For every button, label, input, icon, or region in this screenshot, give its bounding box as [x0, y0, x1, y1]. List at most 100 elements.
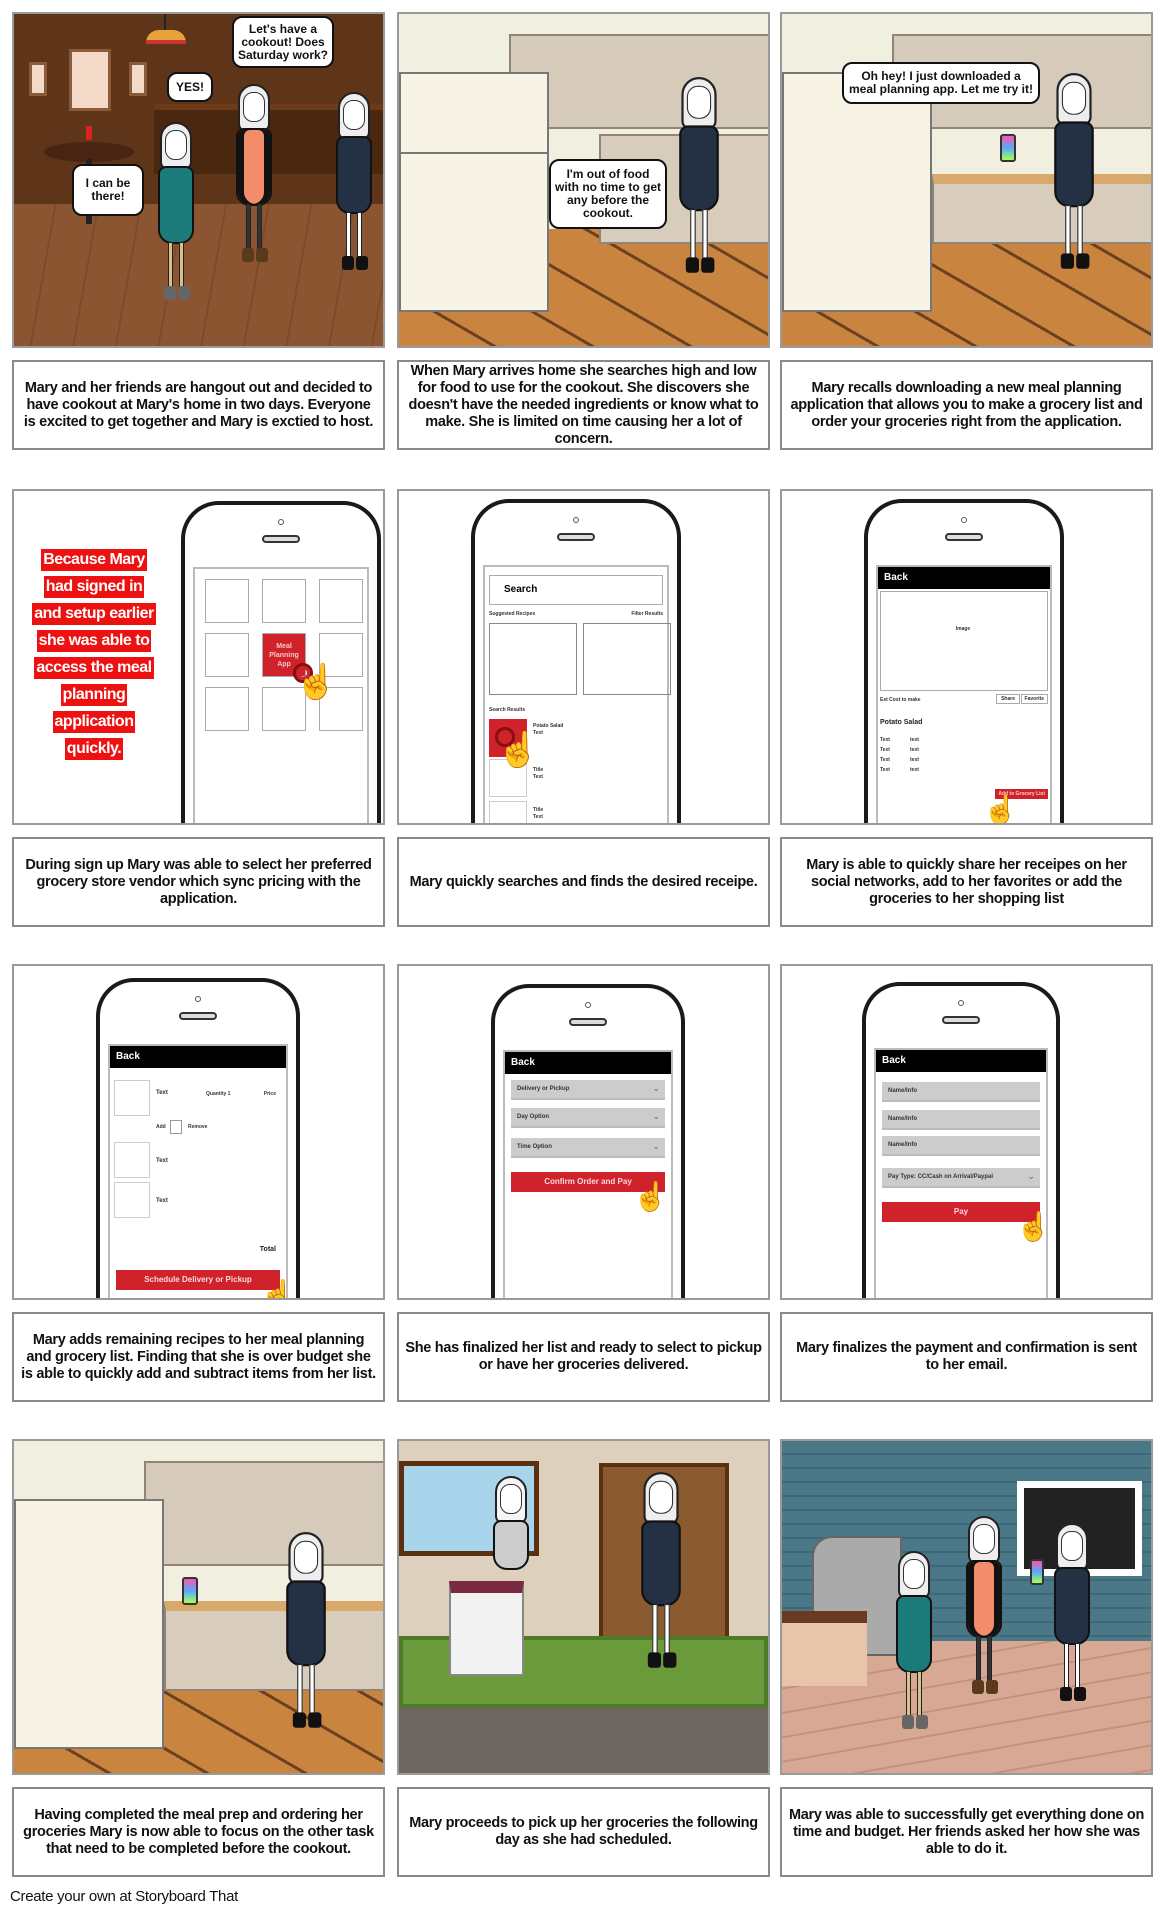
- caption: She has finalized her list and ready to …: [397, 1312, 770, 1402]
- ingredient-value: text: [910, 757, 919, 763]
- app-tile[interactable]: [205, 633, 249, 677]
- share-button[interactable]: Share: [996, 694, 1020, 704]
- friend-character: [892, 1551, 936, 1731]
- day-option-select[interactable]: Day Option ⌄: [511, 1108, 665, 1128]
- panel-2-kitchen-scene: I'm out of food with no time to get any …: [397, 12, 770, 348]
- caption: Mary finalizes the payment and confirmat…: [780, 1312, 1153, 1402]
- refrigerator: [782, 72, 932, 312]
- pay-type-select[interactable]: Pay Type: CC/Cash on Arrival/Paypal ⌄: [882, 1168, 1040, 1188]
- narration-line: she was able to: [36, 630, 152, 652]
- time-option-select[interactable]: Time Option ⌄: [511, 1138, 665, 1158]
- select-label: Pay Type: CC/Cash on Arrival/Paypal: [888, 1174, 994, 1180]
- brick-counter: [782, 1611, 867, 1686]
- schedule-delivery-button[interactable]: Schedule Delivery or Pickup: [116, 1270, 280, 1290]
- panel-10-kitchen-scene: [12, 1439, 385, 1775]
- caption: Mary was able to successfully get everyt…: [780, 1787, 1153, 1877]
- suggested-recipe-card[interactable]: [583, 623, 671, 695]
- panel-11-grocery-store-scene: [397, 1439, 770, 1775]
- friend-character: [232, 84, 276, 264]
- search-input[interactable]: Search: [489, 575, 663, 605]
- speech-bubble: I can be there!: [72, 164, 144, 216]
- app-tile[interactable]: [205, 687, 249, 731]
- smartphone: [182, 1577, 198, 1605]
- speaker-icon: [945, 533, 983, 541]
- panel-9-payment: Back Name/Info Name/Info Name/Info Pay T…: [780, 964, 1153, 1300]
- chevron-down-icon: ⌄: [652, 1141, 660, 1151]
- panel-4-app-home: Because Mary had signed in and setup ear…: [12, 489, 385, 825]
- app-tile[interactable]: [205, 579, 249, 623]
- panel-5-search-screen: Search Suggested Recipes Filter Results …: [397, 489, 770, 825]
- result-title[interactable]: Potato Salad: [533, 723, 563, 729]
- ingredient-label: Text: [880, 747, 890, 753]
- item-thumbnail: [114, 1080, 150, 1116]
- back-button[interactable]: Back: [110, 1046, 286, 1068]
- mary-character: [1050, 1523, 1094, 1703]
- filter-results-link[interactable]: Filter Results: [631, 611, 663, 617]
- ingredient-label: Text: [880, 737, 890, 743]
- storyboard-that-footer-link[interactable]: Create your own at Storyboard That: [10, 1888, 238, 1905]
- ingredient-label: Text: [880, 767, 890, 773]
- narration-line: had signed in: [43, 576, 145, 598]
- quantity-label[interactable]: Quantity 1: [206, 1091, 230, 1097]
- speaker-icon: [262, 535, 300, 543]
- price-label: Price: [263, 1091, 276, 1097]
- result-title[interactable]: Title: [533, 807, 543, 813]
- camera-icon: [195, 996, 201, 1002]
- recipe-image: Image: [880, 591, 1048, 691]
- delivery-or-pickup-select[interactable]: Delivery or Pickup ⌄: [511, 1080, 665, 1100]
- name-info-field[interactable]: Name/Info: [882, 1136, 1040, 1156]
- camera-icon: [961, 517, 967, 523]
- panel-8-order-options: Back Delivery or Pickup ⌄ Day Option ⌄ Tim…: [397, 964, 770, 1300]
- pointing-hand-icon: ☝: [497, 731, 540, 769]
- mary-character: [332, 92, 376, 272]
- smartphone: [1000, 134, 1016, 162]
- est-cost-label: Est Cost to make: [880, 697, 921, 703]
- panel-3-kitchen-phone-scene: Oh hey! I just downloaded a meal plannin…: [780, 12, 1153, 348]
- name-info-field[interactable]: Name/Info: [882, 1110, 1040, 1130]
- picture-frame: [129, 62, 147, 96]
- phone-mockup: Back Delivery or Pickup ⌄ Day Option ⌄ Tim…: [491, 984, 685, 1298]
- speech-bubble: YES!: [167, 72, 213, 102]
- app-tile[interactable]: [262, 579, 306, 623]
- suggested-recipe-card[interactable]: [489, 623, 577, 695]
- add-button[interactable]: Add: [156, 1124, 166, 1130]
- pointing-hand-icon: ☝: [633, 1181, 668, 1212]
- speaker-icon: [557, 533, 595, 541]
- select-label: Day Option: [517, 1114, 550, 1120]
- camera-icon: [958, 1000, 964, 1006]
- floor: [399, 1708, 768, 1773]
- cashier-character: [489, 1476, 533, 1656]
- picture-frame: [69, 49, 111, 111]
- phone-mockup: Meal Planning App ☝: [181, 501, 381, 823]
- caption: Mary and her friends are hangout out and…: [12, 360, 385, 450]
- back-button[interactable]: Back: [878, 567, 1050, 589]
- app-tile[interactable]: [319, 579, 363, 623]
- back-button[interactable]: Back: [876, 1050, 1046, 1072]
- upper-cabinets: [144, 1461, 383, 1566]
- pendant-lamp: [146, 30, 186, 44]
- result-thumbnail[interactable]: [489, 801, 527, 823]
- pointing-hand-icon: ☝: [260, 1279, 295, 1300]
- quantity-checkbox[interactable]: [170, 1120, 182, 1134]
- caption: Mary adds remaining recipes to her meal …: [12, 1312, 385, 1402]
- ingredient-label: Text: [880, 757, 890, 763]
- item-text: Text: [156, 1198, 168, 1204]
- item-thumbnail: [114, 1142, 150, 1178]
- mary-character: [1050, 73, 1098, 271]
- narration-line: access the meal: [34, 657, 154, 679]
- candle: [86, 126, 92, 140]
- name-info-field[interactable]: Name/Info: [882, 1082, 1040, 1102]
- picture-frame: [29, 62, 47, 96]
- image-label: Image: [955, 626, 971, 632]
- item-thumbnail: [114, 1182, 150, 1218]
- result-text: Text: [533, 774, 543, 780]
- ingredient-value: text: [910, 767, 919, 773]
- back-button[interactable]: Back: [505, 1052, 671, 1074]
- favorite-button[interactable]: Favorite: [1020, 694, 1048, 704]
- panel-1-cafe-scene: Let's have a cookout! Does Saturday work…: [12, 12, 385, 348]
- pointing-hand-icon: ☝: [983, 794, 1018, 825]
- pointing-hand-icon: ☝: [295, 663, 338, 701]
- caption: When Mary arrives home she searches high…: [397, 360, 770, 450]
- phone-mockup: Back Name/Info Name/Info Name/Info Pay T…: [862, 982, 1060, 1298]
- remove-button[interactable]: Remove: [188, 1124, 207, 1130]
